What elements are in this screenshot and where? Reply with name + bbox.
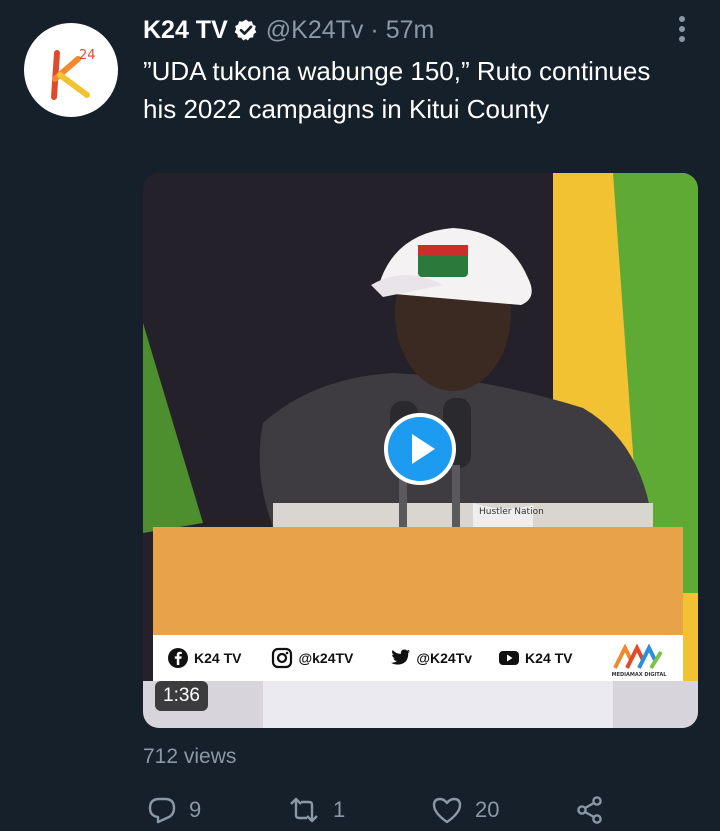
tweet-header: K24 TV @K24Tv · 57m (143, 14, 434, 46)
verified-badge-icon (234, 19, 257, 41)
social-twitter-label: @K24Tv (416, 650, 473, 666)
reply-button[interactable]: 9 (147, 790, 201, 830)
like-button[interactable]: 20 (431, 790, 499, 830)
tweet-timestamp[interactable]: 57m (386, 16, 435, 45)
retweet-icon (290, 797, 318, 823)
social-instagram-label: @k24TV (298, 650, 354, 666)
lower-third-banner (153, 527, 683, 635)
view-count[interactable]: 712 views (143, 745, 236, 769)
social-instagram: @k24TV (271, 647, 353, 669)
tweet-text: ”UDA tukona wabunge 150,” Ruto continues… (143, 56, 651, 124)
author-avatar[interactable]: 24 (24, 23, 118, 117)
author-handle[interactable]: @K24Tv (266, 16, 364, 45)
separator-dot: · (370, 15, 379, 44)
social-youtube: K24 TV (498, 650, 573, 666)
reply-icon (148, 797, 176, 824)
social-facebook-label: K24 TV (194, 650, 242, 666)
social-handles-strip: K24 TV @k24TV @K24Tv K24 TV MEDIAMAX DIG… (153, 635, 683, 681)
more-vertical-icon[interactable] (672, 14, 692, 44)
like-count: 20 (475, 797, 500, 822)
retweet-button[interactable]: 1 (287, 790, 345, 830)
video-player[interactable]: Hustler Nation K24 TV @k24TV @K24Tv K24 … (143, 173, 698, 728)
play-icon (412, 434, 435, 464)
heart-icon (432, 797, 462, 824)
tweet-actions-bar: 9 1 20 (143, 790, 643, 830)
k24-logo-icon: 24 (51, 48, 96, 100)
svg-text:MEDIAMAX DIGITAL: MEDIAMAX DIGITAL (612, 672, 668, 678)
play-button[interactable] (384, 413, 456, 485)
author-name[interactable]: K24 TV (143, 16, 228, 45)
social-twitter: @K24Tv (389, 648, 472, 668)
retweet-count: 1 (333, 797, 346, 822)
svg-text:24: 24 (79, 48, 96, 63)
mediamax-logo: MEDIAMAX DIGITAL (612, 643, 668, 678)
shirt-text: Hustler Nation (479, 507, 544, 517)
facebook-icon (168, 648, 188, 668)
reply-count: 9 (189, 797, 202, 822)
social-youtube-label: K24 TV (525, 650, 573, 666)
video-duration: 1:36 (155, 681, 208, 711)
share-icon (577, 796, 602, 824)
youtube-icon (499, 651, 520, 665)
instagram-icon (272, 647, 293, 669)
social-facebook: K24 TV (167, 647, 241, 669)
twitter-icon (391, 649, 411, 665)
share-button[interactable] (575, 790, 605, 830)
